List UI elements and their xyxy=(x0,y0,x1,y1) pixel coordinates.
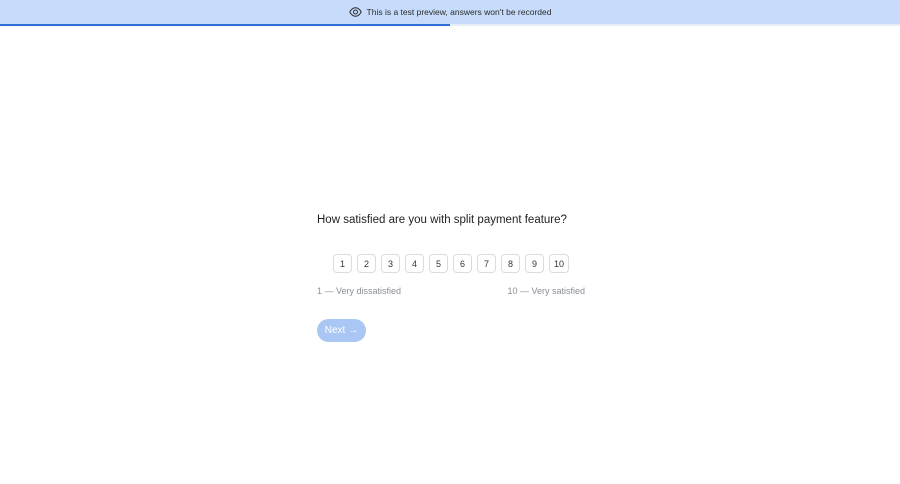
eye-icon xyxy=(348,7,362,17)
question-block: How satisfied are you with split payment… xyxy=(317,214,585,296)
progress-bar xyxy=(0,24,900,26)
question-title: How satisfied are you with split payment… xyxy=(317,214,567,226)
scale-min-label: 1 — Very dissatisfied xyxy=(317,286,402,296)
next-button-label: Next xyxy=(324,325,346,336)
preview-banner: This is a test preview, answers won't be… xyxy=(0,0,900,24)
scale-max-label: 10 — Very satisfied xyxy=(507,286,585,296)
scale-labels: 1 — Very dissatisfied 10 — Very satisfie… xyxy=(317,286,585,296)
rating-option-3[interactable]: 3 xyxy=(381,254,400,273)
rating-option-6[interactable]: 6 xyxy=(453,254,472,273)
rating-option-2[interactable]: 2 xyxy=(357,254,376,273)
rating-scale: 1 2 3 4 5 6 7 8 9 10 xyxy=(333,254,569,273)
arrow-right-icon: → xyxy=(348,325,359,336)
progress-bar-fill xyxy=(0,24,450,26)
preview-banner-text: This is a test preview, answers won't be… xyxy=(366,7,552,17)
rating-option-8[interactable]: 8 xyxy=(501,254,520,273)
rating-option-1[interactable]: 1 xyxy=(333,254,352,273)
rating-option-5[interactable]: 5 xyxy=(429,254,448,273)
rating-option-10[interactable]: 10 xyxy=(549,254,569,273)
rating-option-4[interactable]: 4 xyxy=(405,254,424,273)
next-button[interactable]: Next → xyxy=(317,319,366,342)
rating-option-9[interactable]: 9 xyxy=(525,254,544,273)
rating-option-7[interactable]: 7 xyxy=(477,254,496,273)
